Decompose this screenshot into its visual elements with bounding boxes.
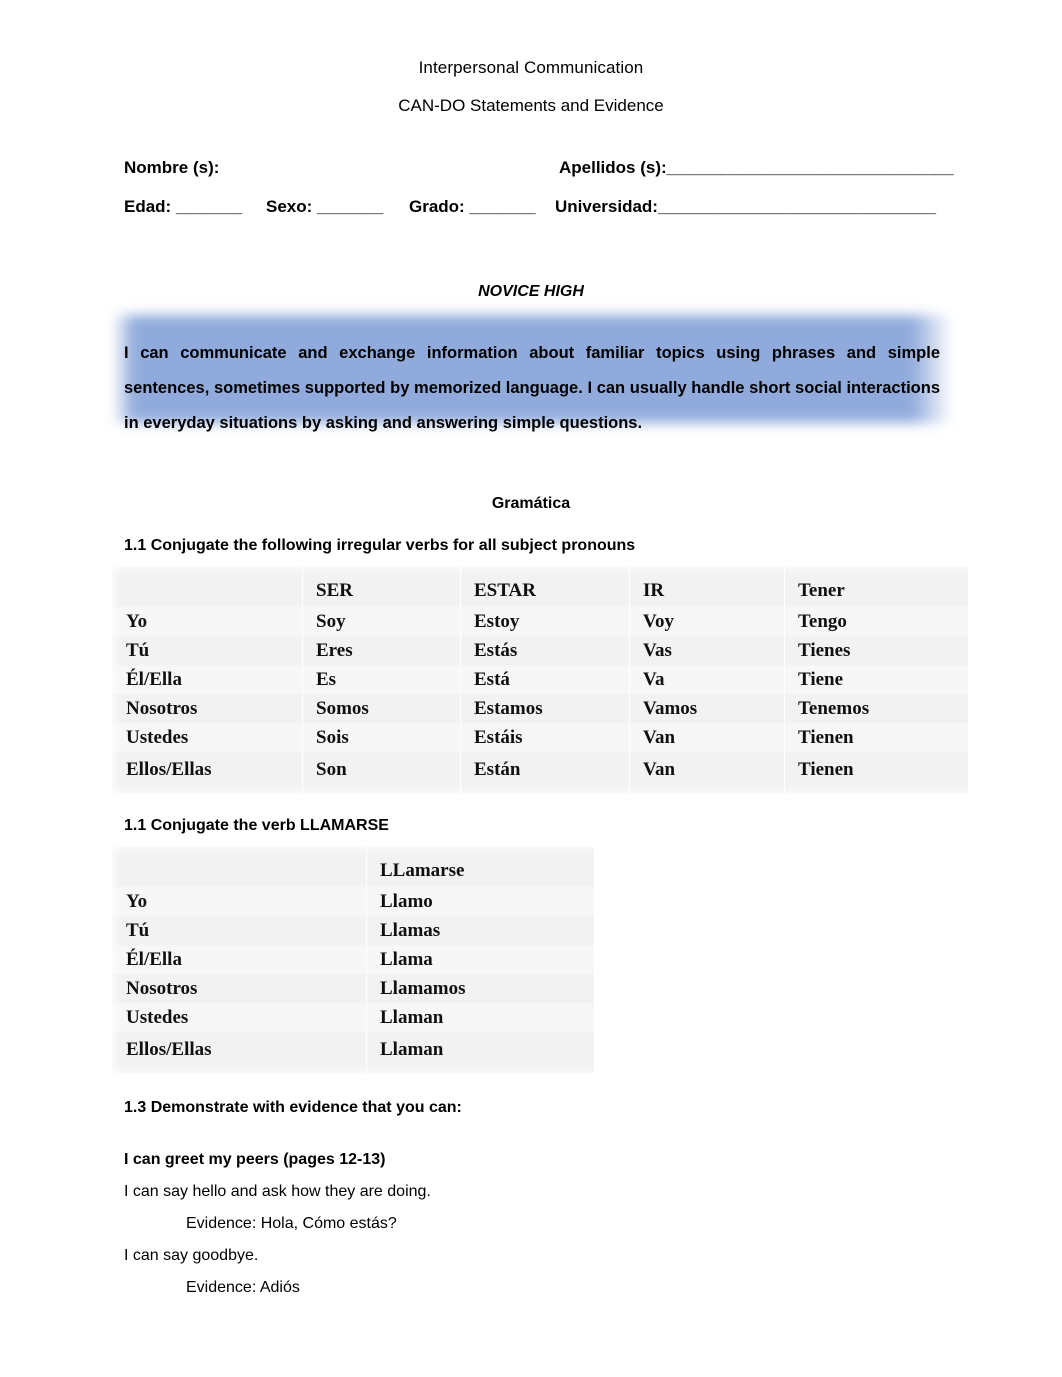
identity-row-2: Edad: _______ Sexo: _______ Grado: _____… (124, 197, 1062, 231)
table-cell: Estoy (460, 607, 629, 636)
level-statement-block: I can communicate and exchange informati… (0, 311, 1062, 432)
table-cell: Llama (366, 945, 594, 974)
table-row: Ustedes Llaman (112, 1003, 594, 1032)
table-cell: Es (302, 665, 460, 694)
table-cell: Ellos/Ellas (112, 752, 302, 793)
table-cell: Tienes (784, 636, 968, 665)
table-row: Él/Ella Llama (112, 945, 594, 974)
apellidos-label: Apellidos (s): (559, 158, 667, 177)
table-row: LLamarse (112, 847, 594, 887)
table-cell: Tiene (784, 665, 968, 694)
grado-label[interactable]: Grado: _______ (409, 197, 555, 217)
edad-label[interactable]: Edad: _______ (124, 197, 266, 217)
table-cell: Tenemos (784, 694, 968, 723)
table-cell: Están (460, 752, 629, 793)
sexo-label[interactable]: Sexo: _______ (266, 197, 409, 217)
table-cell: Estamos (460, 694, 629, 723)
irregular-verbs-table: SER ESTAR IR Tener Yo Soy Estoy Voy Teng… (112, 567, 968, 793)
table-cell: Ustedes (112, 1003, 366, 1032)
table-cell: Nosotros (112, 974, 366, 1003)
table-cell: Soy (302, 607, 460, 636)
table-cell: Vas (629, 636, 784, 665)
table-row: Yo Llamo (112, 887, 594, 916)
apellidos-input-rule[interactable]: ________________________________ (667, 158, 954, 178)
table-row: Él/Ella Es Está Va Tiene (112, 665, 968, 694)
llamarse-table-container: LLamarse Yo Llamo Tú Llamas Él/Ella Llam… (112, 847, 1062, 1073)
table-cell: ESTAR (460, 567, 629, 607)
nombre-label: Nombre (s): (124, 158, 220, 177)
list-item: I can say hello and ask how they are doi… (0, 1169, 1062, 1201)
table-cell: Yo (112, 887, 366, 916)
table-cell: Van (629, 723, 784, 752)
table-cell: Llaman (366, 1032, 594, 1073)
table-cell: IR (629, 567, 784, 607)
cando-item-text: I can say hello and ask how they are doi… (124, 1183, 431, 1200)
table-row: SER ESTAR IR Tener (112, 567, 968, 607)
demonstrate-heading: 1.3 Demonstrate with evidence that you c… (124, 1099, 462, 1116)
table-cell: Tener (784, 567, 968, 607)
table-cell: Tú (112, 916, 366, 945)
document-title: Interpersonal Communication (418, 58, 644, 77)
table-cell: Llamas (366, 916, 594, 945)
table-cell: Tú (112, 636, 302, 665)
table-cell: Vamos (629, 694, 784, 723)
table-cell: Va (629, 665, 784, 694)
table-cell: Estás (460, 636, 629, 665)
table-cell (112, 567, 302, 607)
document-page: Interpersonal Communication CAN-DO State… (0, 0, 1062, 1377)
verbs-table-container: SER ESTAR IR Tener Yo Soy Estoy Voy Teng… (112, 567, 1062, 793)
llamarse-conjugation-table: LLamarse Yo Llamo Tú Llamas Él/Ella Llam… (112, 847, 594, 1073)
table-cell: Van (629, 752, 784, 793)
table-cell: Él/Ella (112, 945, 366, 974)
table-cell: Nosotros (112, 694, 302, 723)
table-row: Nosotros Llamamos (112, 974, 594, 1003)
llamarse-table-body: LLamarse Yo Llamo Tú Llamas Él/Ella Llam… (112, 847, 594, 1073)
document-subtitle: CAN-DO Statements and Evidence (398, 96, 664, 115)
table-cell: Él/Ella (112, 665, 302, 694)
table-cell: Llamamos (366, 974, 594, 1003)
verbs-table-body: SER ESTAR IR Tener Yo Soy Estoy Voy Teng… (112, 567, 968, 793)
table-cell: Ellos/Ellas (112, 1032, 366, 1073)
table-cell: Tienen (784, 723, 968, 752)
level-statement-text: I can communicate and exchange informati… (124, 343, 940, 432)
table-row: Ellos/Ellas Llaman (112, 1032, 594, 1073)
table-row: Ustedes Sois Estáis Van Tienen (112, 723, 968, 752)
table-row: Yo Soy Estoy Voy Tengo (112, 607, 968, 636)
identity-row-1: Nombre (s): Apellidos (s): _____________… (124, 158, 1062, 192)
proficiency-level-heading: NOVICE HIGH (478, 283, 584, 300)
table-cell: SER (302, 567, 460, 607)
table-cell: LLamarse (366, 847, 594, 887)
cando-statement-heading: I can greet my peers (pages 12-13) (124, 1151, 386, 1168)
table-row: Nosotros Somos Estamos Vamos Tenemos (112, 694, 968, 723)
table-row: Ellos/Ellas Son Están Van Tienen (112, 752, 968, 793)
table-cell: Llaman (366, 1003, 594, 1032)
table-cell: Llamo (366, 887, 594, 916)
list-item: I can say goodbye. (0, 1233, 1062, 1265)
table-cell: Voy (629, 607, 784, 636)
subsection-heading-llamarse: 1.1 Conjugate the verb LLAMARSE (124, 817, 389, 834)
identity-fields: Nombre (s): Apellidos (s): _____________… (0, 158, 1062, 231)
evidence-text: Evidence: Hola, Cómo estás? (186, 1215, 397, 1232)
cando-item-text: I can say goodbye. (124, 1247, 259, 1264)
table-cell: Son (302, 752, 460, 793)
table-cell: Ustedes (112, 723, 302, 752)
table-cell: Tienen (784, 752, 968, 793)
table-cell: Yo (112, 607, 302, 636)
table-row: Tú Eres Estás Vas Tienes (112, 636, 968, 665)
universidad-input-rule[interactable]: _______________________________ (658, 197, 936, 217)
subsection-heading-verbs: 1.1 Conjugate the following irregular ve… (124, 537, 636, 554)
table-cell (112, 847, 366, 887)
table-cell: Está (460, 665, 629, 694)
table-cell: Tengo (784, 607, 968, 636)
table-cell: Sois (302, 723, 460, 752)
table-cell: Estáis (460, 723, 629, 752)
table-cell: Somos (302, 694, 460, 723)
table-cell: Eres (302, 636, 460, 665)
evidence-text: Evidence: Adiós (186, 1279, 300, 1296)
universidad-label: Universidad: (555, 197, 658, 216)
grammar-section-title: Gramática (491, 495, 571, 512)
table-row: Tú Llamas (112, 916, 594, 945)
